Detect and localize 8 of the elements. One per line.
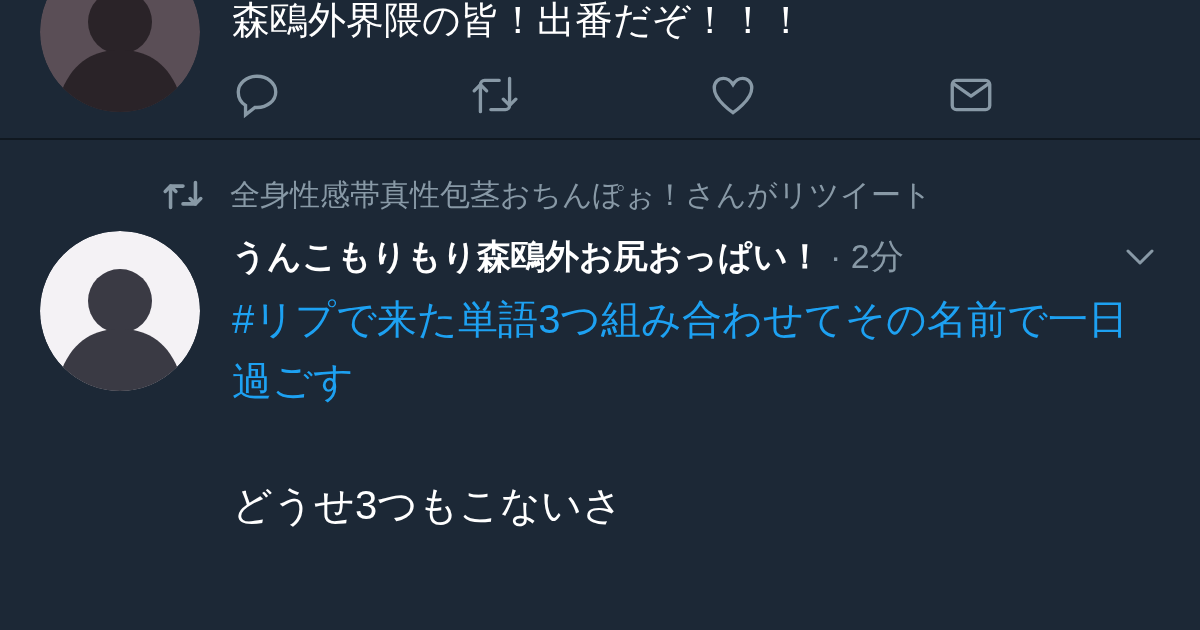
retweet-icon xyxy=(160,178,206,211)
tweet-text: 森鴎外界隈の皆！出番だぞ！！！ xyxy=(232,0,806,42)
tweet-text: どうせ3つもこないさ xyxy=(232,482,625,529)
avatar[interactable] xyxy=(40,231,200,391)
retweeted-by-text: 全身性感帯真性包茎おちんぽぉ！さんがリツイート xyxy=(230,177,932,213)
timestamp: · 2分 xyxy=(830,236,904,277)
hashtag-link[interactable]: #リプで来た単語3つ組み合わせてその名前で一日過ごす xyxy=(232,288,1160,412)
user-name[interactable]: うんこもりもり森鴎外お尻おっぱい！ xyxy=(232,231,822,282)
